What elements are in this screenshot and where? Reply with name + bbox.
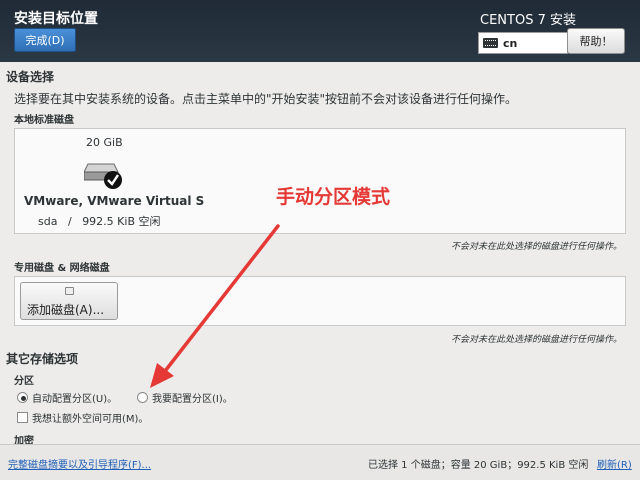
disk-separator: / xyxy=(67,215,72,228)
disk-free-space: 992.5 KiB 空闲 xyxy=(82,215,161,228)
refresh-link[interactable]: 刷新(R) xyxy=(597,456,632,471)
other-storage-title: 其它存储选项 xyxy=(6,352,79,366)
disk-size: 20 GiB xyxy=(86,136,123,149)
header-bar: 安装目标位置 完成(D) CENTOS 7 安装 cn 帮助！ xyxy=(0,0,640,62)
auto-partition-label: 自动配置分区(U)。 xyxy=(32,394,118,405)
local-disks-title: 本地标准磁盘 xyxy=(14,115,74,126)
partitioning-title: 分区 xyxy=(14,376,34,387)
add-disk-label: 添加磁盘(A)... xyxy=(27,303,105,317)
annotation-text: 手动分区模式 xyxy=(276,186,391,208)
local-disks-note: 不会对未在此处选择的磁盘进行任何操作。 xyxy=(450,242,622,252)
extra-space-option[interactable]: 我想让额外空间可用(M)。 xyxy=(17,410,148,425)
special-disks-title: 专用磁盘 & 网络磁盘 xyxy=(14,263,110,274)
device-selection-description: 选择要在其中安装系统的设备。点击主菜单中的"开始安装"按钮前不会对该设备进行任何… xyxy=(14,92,518,106)
done-button[interactable]: 完成(D) xyxy=(14,28,76,52)
special-disks-note: 不会对未在此处选择的磁盘进行任何操作。 xyxy=(450,335,622,345)
hard-disk-icon[interactable] xyxy=(83,158,124,192)
auto-partition-radio[interactable] xyxy=(17,392,28,403)
help-button[interactable]: 帮助！ xyxy=(567,28,625,54)
extra-space-label: 我想让额外空间可用(M)。 xyxy=(32,414,149,425)
full-disk-summary-link[interactable]: 完整磁盘摘要以及引导程序(F)... xyxy=(8,456,151,471)
auto-partition-option[interactable]: 自动配置分区(U)。 xyxy=(17,390,117,405)
extra-space-checkbox[interactable] xyxy=(17,412,28,423)
keyboard-icon xyxy=(483,38,498,48)
manual-partition-radio[interactable] xyxy=(137,392,148,403)
disk-name: VMware, VMware Virtual S xyxy=(24,194,205,208)
product-title: CENTOS 7 安装 xyxy=(480,13,576,28)
keyboard-layout-label: cn xyxy=(503,36,518,50)
disk-info: sda / 992.5 KiB 空闲 xyxy=(38,213,161,229)
page-title: 安装目标位置 xyxy=(14,11,98,27)
manual-partition-label: 我要配置分区(I)。 xyxy=(152,394,233,405)
manual-partition-option[interactable]: 我要配置分区(I)。 xyxy=(137,390,233,405)
disk-add-icon xyxy=(65,287,74,295)
add-disk-button[interactable]: 添加磁盘(A)... xyxy=(20,282,118,320)
disk-device: sda xyxy=(38,215,58,228)
device-selection-title: 设备选择 xyxy=(6,70,55,84)
selection-status: 已选择 1 个磁盘；容量 20 GiB；992.5 KiB 空闲 xyxy=(368,460,589,471)
keyboard-layout-indicator[interactable]: cn xyxy=(478,32,568,54)
